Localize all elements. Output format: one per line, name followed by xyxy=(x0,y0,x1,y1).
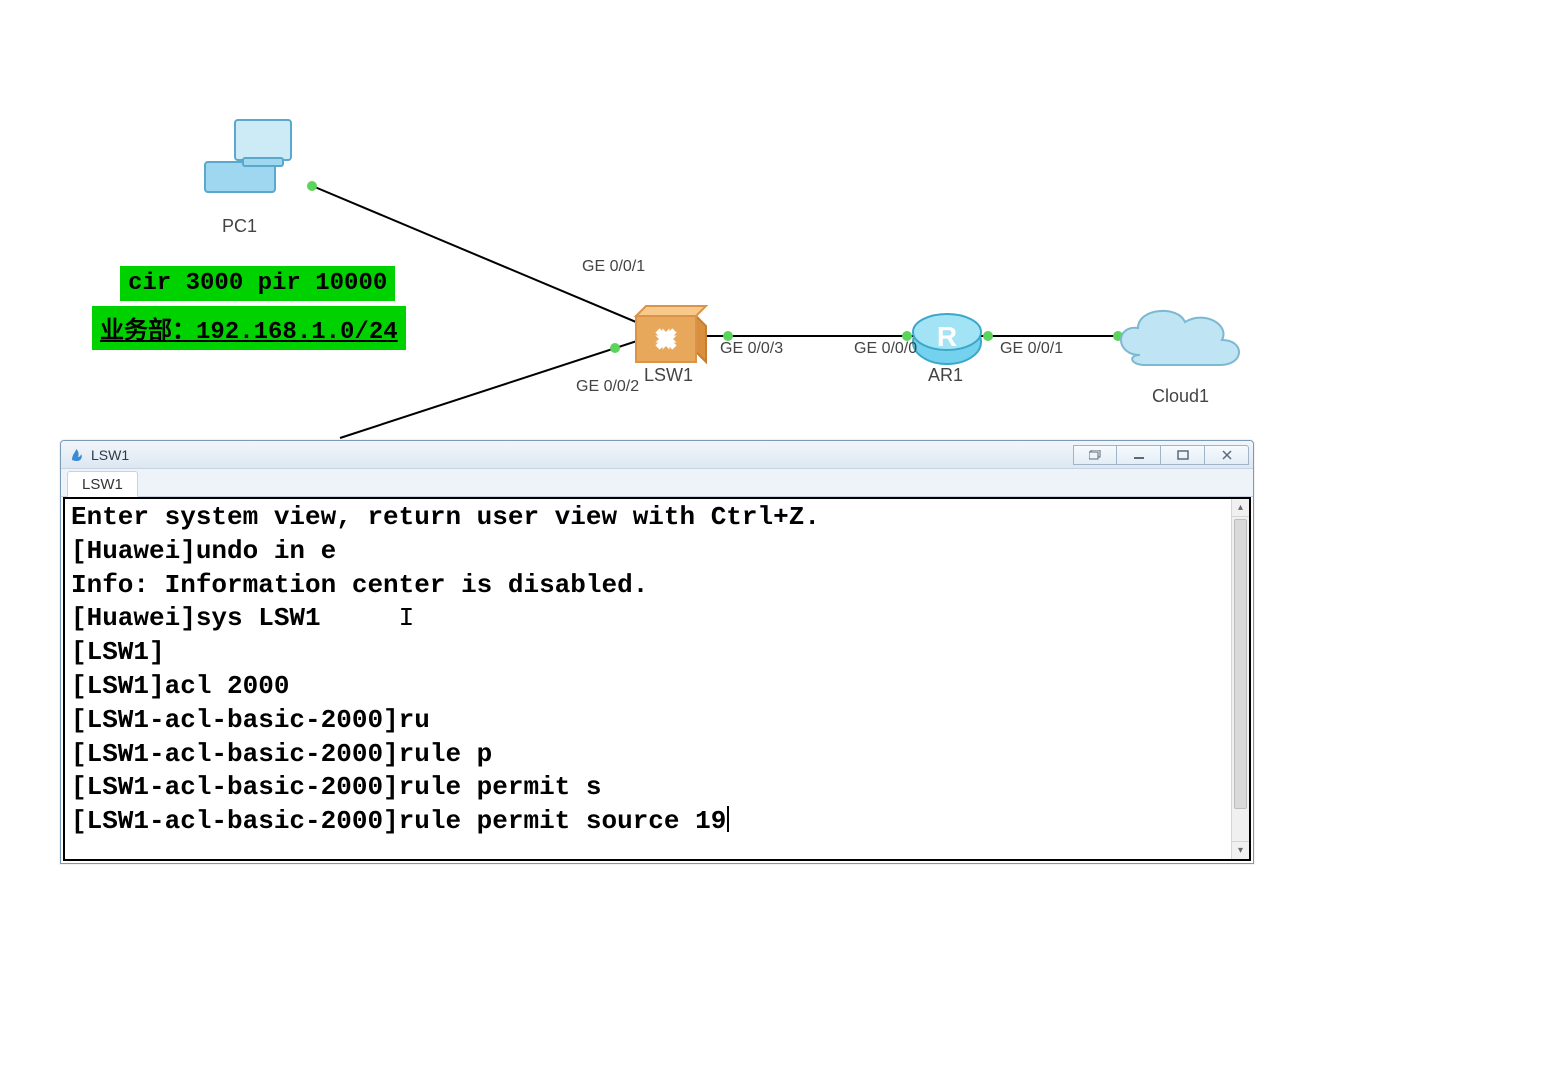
scroll-thumb[interactable] xyxy=(1234,519,1247,809)
tab-lsw1[interactable]: LSW1 xyxy=(67,471,138,497)
tabstrip: LSW1 xyxy=(61,469,1253,497)
scroll-down-icon[interactable]: ▾ xyxy=(1232,841,1249,859)
port-dot xyxy=(610,343,620,353)
text-cursor-icon: I xyxy=(399,602,415,636)
minimize-button[interactable] xyxy=(1117,445,1161,465)
node-label-pc1: PC1 xyxy=(222,216,257,237)
annotation-subnet: 业务部：192.168.1.0/24 xyxy=(92,306,406,350)
maximize-button[interactable] xyxy=(1161,445,1205,465)
terminal-window: LSW1 LSW1 Enter system view, return us xyxy=(60,440,1254,864)
close-button[interactable] xyxy=(1205,445,1249,465)
window-title: LSW1 xyxy=(91,447,1073,463)
svg-text:R: R xyxy=(937,321,957,352)
terminal-body[interactable]: Enter system view, return user view with… xyxy=(63,497,1251,861)
pc-icon[interactable] xyxy=(205,120,291,192)
titlebar[interactable]: LSW1 xyxy=(61,441,1253,469)
switch-icon[interactable] xyxy=(636,306,706,362)
restore-down-button[interactable] xyxy=(1073,445,1117,465)
port-dot xyxy=(983,331,993,341)
node-label-ar1: AR1 xyxy=(928,365,963,386)
scroll-up-icon[interactable]: ▴ xyxy=(1232,499,1249,517)
port-label: GE 0/0/3 xyxy=(720,340,783,358)
app-icon xyxy=(69,447,85,463)
node-label-cloud1: Cloud1 xyxy=(1152,386,1209,407)
annotation-rate-limit: cir 3000 pir 10000 xyxy=(120,266,395,301)
cloud-icon[interactable] xyxy=(1121,311,1239,365)
port-label: GE 0/0/1 xyxy=(1000,340,1063,358)
port-label: GE 0/0/2 xyxy=(576,378,639,396)
router-icon[interactable]: R xyxy=(913,314,981,364)
port-label: GE 0/0/0 xyxy=(854,340,917,358)
scrollbar[interactable]: ▴ ▾ xyxy=(1231,499,1249,859)
caret-icon xyxy=(727,806,729,832)
port-dot xyxy=(307,181,317,191)
node-label-lsw1: LSW1 xyxy=(644,365,693,386)
terminal-output[interactable]: Enter system view, return user view with… xyxy=(71,501,1229,857)
port-label: GE 0/0/1 xyxy=(582,258,645,276)
